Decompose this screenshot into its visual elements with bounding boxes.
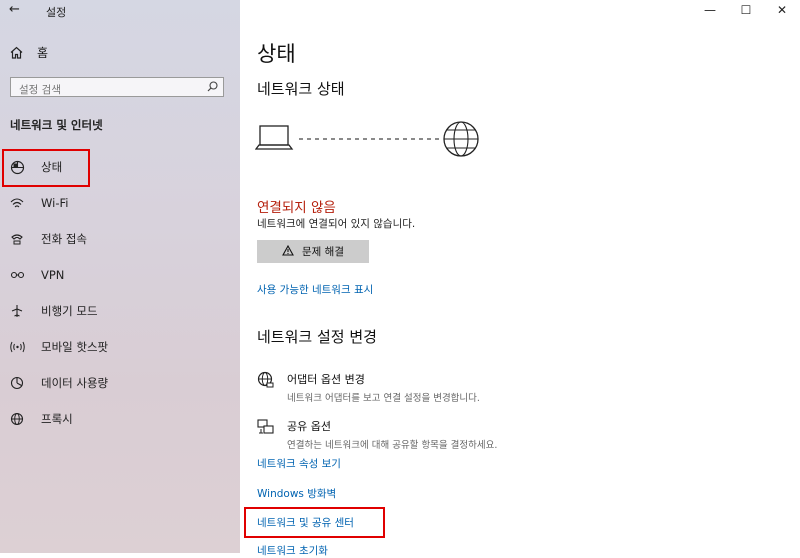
sharing-icon (257, 418, 277, 451)
globe-icon (9, 411, 25, 427)
adapter-options-title: 어댑터 옵션 변경 (287, 373, 365, 386)
sidebar-item-hotspot[interactable]: 모바일 핫스팟 (0, 332, 240, 362)
laptop-icon (255, 125, 294, 150)
sharing-options-item[interactable]: 공유 옵션 연결하는 네트워크에 대해 공유할 항목을 결정하세요. (257, 418, 497, 451)
highlight-sharing-center (244, 507, 385, 538)
adapter-options-item[interactable]: 어댑터 옵션 변경 네트워크 어댑터를 보고 연결 설정을 변경합니다. (257, 371, 480, 404)
titlebar-left: ← 설정 (0, 0, 240, 22)
adapter-options-desc: 네트워크 어댑터를 보고 연결 설정을 변경합니다. (287, 393, 480, 404)
troubleshoot-label: 문제 해결 (302, 246, 344, 258)
hotspot-icon (9, 339, 25, 355)
main-content: — ☐ ✕ 상태 네트워크 상태 연결되지 않음 네트워크에 연결되어 있지 않… (240, 0, 800, 557)
warning-icon (282, 244, 294, 259)
sidebar-item-dialup[interactable]: 전화 접속 (0, 224, 240, 254)
dialup-icon (9, 231, 25, 247)
search-icon[interactable] (206, 80, 219, 93)
sidebar-item-label: Wi-Fi (41, 196, 69, 210)
data-usage-icon (9, 375, 25, 391)
sidebar-item-label: VPN (41, 268, 65, 282)
home-label: 홈 (37, 46, 49, 60)
minimize-button[interactable]: — (692, 0, 728, 20)
show-available-networks-link[interactable]: 사용 가능한 네트워크 표시 (257, 282, 373, 297)
search-input[interactable] (11, 81, 199, 99)
network-reset-link[interactable]: 네트워크 초기화 (257, 543, 328, 558)
sidebar-item-airplane[interactable]: 비행기 모드 (0, 296, 240, 326)
connection-status: 연결되지 않음 (257, 200, 336, 216)
home-link[interactable]: 홈 (10, 44, 48, 61)
sidebar-item-proxy[interactable]: 프록시 (0, 404, 240, 434)
section-title: 네트워크 및 인터넷 (10, 118, 103, 132)
sharing-options-desc: 연결하는 네트워크에 대해 공유할 항목을 결정하세요. (287, 440, 498, 451)
sharing-options-title: 공유 옵션 (287, 420, 331, 433)
connection-status-detail: 네트워크에 연결되어 있지 않습니다. (257, 218, 416, 230)
troubleshoot-button[interactable]: 문제 해결 (257, 240, 369, 263)
vpn-icon (9, 267, 25, 283)
back-arrow-icon[interactable]: ← (9, 2, 20, 17)
sidebar: ← 설정 홈 네트워크 및 인터넷 상태 Wi-Fi 전화 접속 (0, 0, 240, 553)
airplane-icon (9, 303, 25, 319)
sidebar-item-wifi[interactable]: Wi-Fi (0, 188, 240, 218)
network-diagram (255, 121, 479, 157)
sidebar-item-label: 데이터 사용량 (41, 376, 109, 390)
highlight-status (2, 149, 90, 187)
sidebar-item-label: 전화 접속 (41, 232, 87, 246)
sidebar-item-label: 프록시 (41, 412, 73, 426)
window-title: 설정 (46, 6, 67, 19)
windows-firewall-link[interactable]: Windows 방화벽 (257, 486, 336, 501)
close-button[interactable]: ✕ (764, 0, 800, 20)
maximize-button[interactable]: ☐ (728, 0, 764, 20)
home-icon (10, 46, 23, 59)
network-status-heading: 네트워크 상태 (257, 80, 345, 98)
network-properties-link[interactable]: 네트워크 속성 보기 (257, 456, 341, 471)
sidebar-item-label: 비행기 모드 (41, 304, 98, 318)
wifi-icon (9, 195, 25, 211)
window-controls: — ☐ ✕ (692, 0, 800, 22)
sidebar-item-vpn[interactable]: VPN (0, 260, 240, 290)
page-title: 상태 (257, 42, 296, 66)
internet-globe-icon (443, 121, 479, 157)
change-settings-heading: 네트워크 설정 변경 (257, 328, 377, 346)
adapter-globe-icon (257, 371, 277, 404)
search-box[interactable] (10, 77, 224, 99)
sidebar-item-label: 모바일 핫스팟 (41, 340, 109, 354)
sidebar-item-data-usage[interactable]: 데이터 사용량 (0, 368, 240, 398)
